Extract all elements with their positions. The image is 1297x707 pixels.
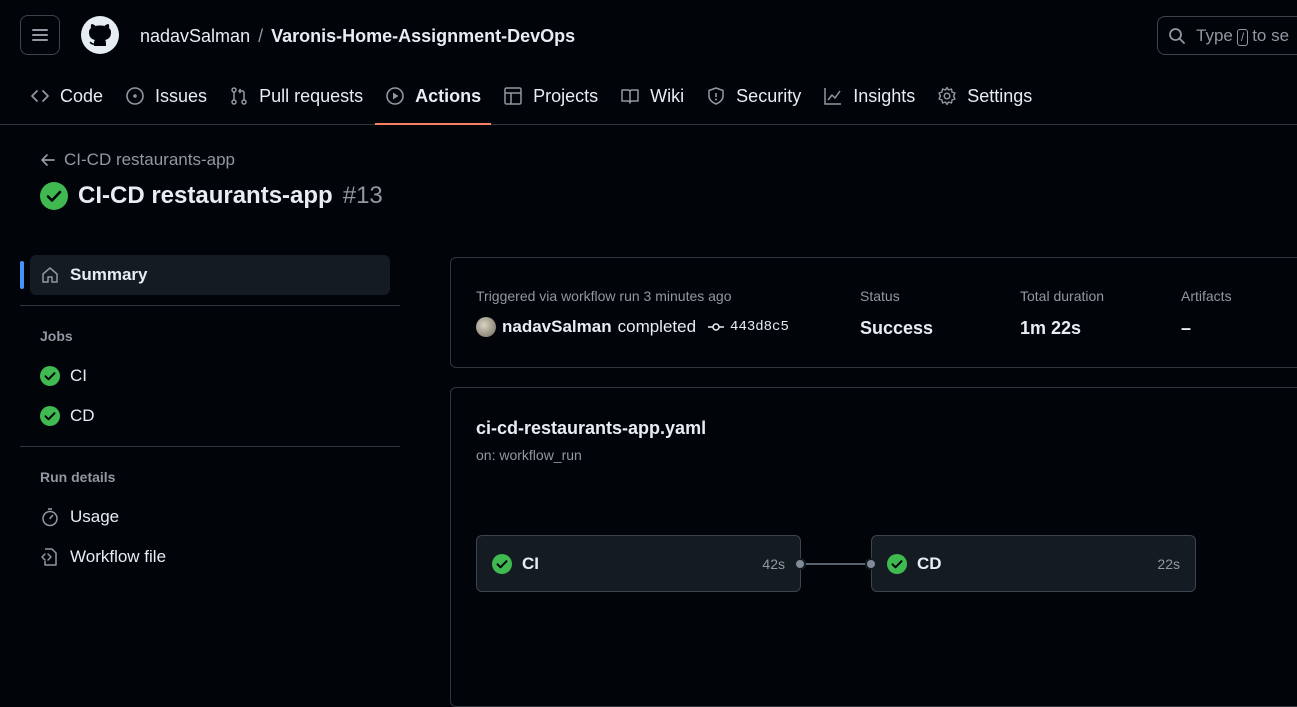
back-link-label: CI-CD restaurants-app — [64, 150, 236, 169]
breadcrumb: nadavSalman / Varonis-Home-Assignment-DevO… — [140, 24, 575, 48]
sidebar: Summary Jobs CI CD Run details Usage Wor… — [20, 255, 400, 577]
workflow-graph-panel: ci-cd-restaurants-app.yaml on: workflow_… — [450, 387, 1297, 707]
shield-icon — [708, 87, 724, 105]
action-text: completed — [617, 317, 697, 336]
tab-label: Security — [736, 85, 802, 106]
tab-settings[interactable]: Settings — [927, 72, 1042, 120]
sidebar-item-label: CD — [70, 406, 95, 425]
tab-label: Code — [60, 85, 104, 106]
tab-label: Wiki — [650, 85, 685, 106]
duration-stat: Total duration 1m 22s — [1020, 288, 1104, 339]
file-code-icon — [41, 548, 57, 566]
check-circle-icon — [887, 553, 907, 574]
artifacts-label: Artifacts — [1181, 288, 1232, 304]
run-details-heading: Run details — [40, 469, 116, 485]
search-icon — [1169, 27, 1185, 44]
sidebar-item-label: Workflow file — [70, 547, 167, 566]
breadcrumb-separator: / — [258, 26, 264, 46]
tab-insights[interactable]: Insights — [813, 72, 925, 120]
play-icon — [386, 87, 404, 105]
sidebar-item-job-ci[interactable]: CI — [20, 356, 400, 396]
workflow-trigger: on: workflow_run — [476, 447, 582, 463]
sidebar-divider — [20, 446, 400, 447]
back-link[interactable]: CI-CD restaurants-app — [40, 150, 235, 170]
repo-link[interactable]: Varonis-Home-Assignment-DevOps — [271, 26, 575, 46]
arrow-left-icon — [41, 154, 55, 166]
job-name: CD — [917, 553, 942, 573]
sidebar-divider — [20, 305, 400, 306]
page-title: CI-CD restaurants-app #13 — [40, 182, 383, 210]
job-duration: 22s — [1157, 555, 1180, 572]
tab-label: Settings — [967, 85, 1033, 106]
job-output-dot — [794, 558, 806, 570]
search-placeholder: Type / to se — [1196, 25, 1290, 46]
job-connector — [801, 563, 871, 565]
job-input-dot — [865, 558, 877, 570]
repo-nav: Code Issues Pull requests Actions Projec… — [20, 72, 1044, 125]
owner-link[interactable]: nadavSalman — [140, 26, 250, 46]
check-circle-icon — [40, 182, 68, 210]
commit-link[interactable]: 443d8c5 — [708, 319, 789, 335]
sidebar-item-summary[interactable]: Summary — [20, 255, 390, 295]
tab-projects[interactable]: Projects — [493, 72, 608, 120]
tab-wiki[interactable]: Wiki — [610, 72, 694, 120]
actor-link[interactable]: nadavSalman — [502, 317, 612, 337]
check-circle-icon — [492, 553, 512, 574]
check-circle-icon — [40, 366, 60, 386]
tab-pull-requests[interactable]: Pull requests — [219, 72, 373, 120]
tab-label: Pull requests — [259, 85, 364, 106]
tab-security[interactable]: Security — [696, 72, 811, 120]
sidebar-item-label: Summary — [70, 265, 148, 284]
home-icon — [42, 267, 58, 283]
hamburger-menu-button[interactable] — [20, 15, 60, 55]
tab-code[interactable]: Code — [20, 72, 113, 120]
job-name: CI — [522, 553, 539, 573]
status-stat: Status Success — [860, 288, 933, 339]
artifacts-value: – — [1181, 318, 1192, 338]
tab-label: Insights — [853, 85, 916, 106]
job-card-cd[interactable]: CD 22s — [871, 535, 1196, 592]
sidebar-item-usage[interactable]: Usage — [20, 497, 400, 537]
sidebar-item-job-cd[interactable]: CD — [20, 396, 400, 436]
check-circle-icon — [40, 406, 60, 426]
book-icon — [621, 89, 639, 104]
artifacts-stat: Artifacts – — [1181, 288, 1232, 339]
run-title: CI-CD restaurants-app — [78, 182, 333, 209]
hamburger-icon — [32, 29, 48, 41]
tab-label: Projects — [533, 85, 599, 106]
table-icon — [504, 87, 522, 105]
tab-label: Actions — [415, 85, 482, 106]
commit-sha: 443d8c5 — [730, 319, 789, 335]
code-icon — [31, 90, 49, 102]
sidebar-item-label: Usage — [70, 507, 120, 526]
app-header: nadavSalman / Varonis-Home-Assignment-DevO… — [0, 0, 1297, 125]
trigger-detail: nadavSalman completed 443d8c5 — [476, 317, 789, 337]
commit-icon — [708, 323, 725, 331]
tab-actions[interactable]: Actions — [375, 72, 492, 125]
run-number: #13 — [342, 182, 383, 209]
slash-key-hint: / — [1236, 28, 1249, 46]
pull-request-icon — [231, 87, 247, 105]
issue-icon — [126, 87, 144, 105]
gear-icon — [938, 86, 956, 106]
search-input[interactable]: Type / to se — [1157, 16, 1297, 55]
avatar[interactable] — [476, 317, 496, 337]
job-card-ci[interactable]: CI 42s — [476, 535, 801, 592]
github-logo-icon[interactable] — [80, 15, 120, 55]
tab-issues[interactable]: Issues — [115, 72, 217, 120]
run-summary-panel: Triggered via workflow run 3 minutes ago… — [450, 257, 1297, 368]
stopwatch-icon — [42, 508, 58, 527]
sidebar-item-label: CI — [70, 366, 87, 385]
duration-value: 1m 22s — [1020, 318, 1082, 338]
duration-label: Total duration — [1020, 288, 1105, 304]
job-duration: 42s — [762, 555, 785, 572]
status-label: Status — [860, 288, 900, 304]
workflow-file-name[interactable]: ci-cd-restaurants-app.yaml — [476, 418, 706, 439]
trigger-label: Triggered via workflow run 3 minutes ago — [476, 288, 732, 304]
status-value: Success — [860, 318, 934, 338]
tab-label: Issues — [155, 85, 208, 106]
graph-icon — [824, 88, 842, 105]
jobs-heading: Jobs — [40, 328, 73, 344]
sidebar-item-workflow-file[interactable]: Workflow file — [20, 537, 400, 577]
